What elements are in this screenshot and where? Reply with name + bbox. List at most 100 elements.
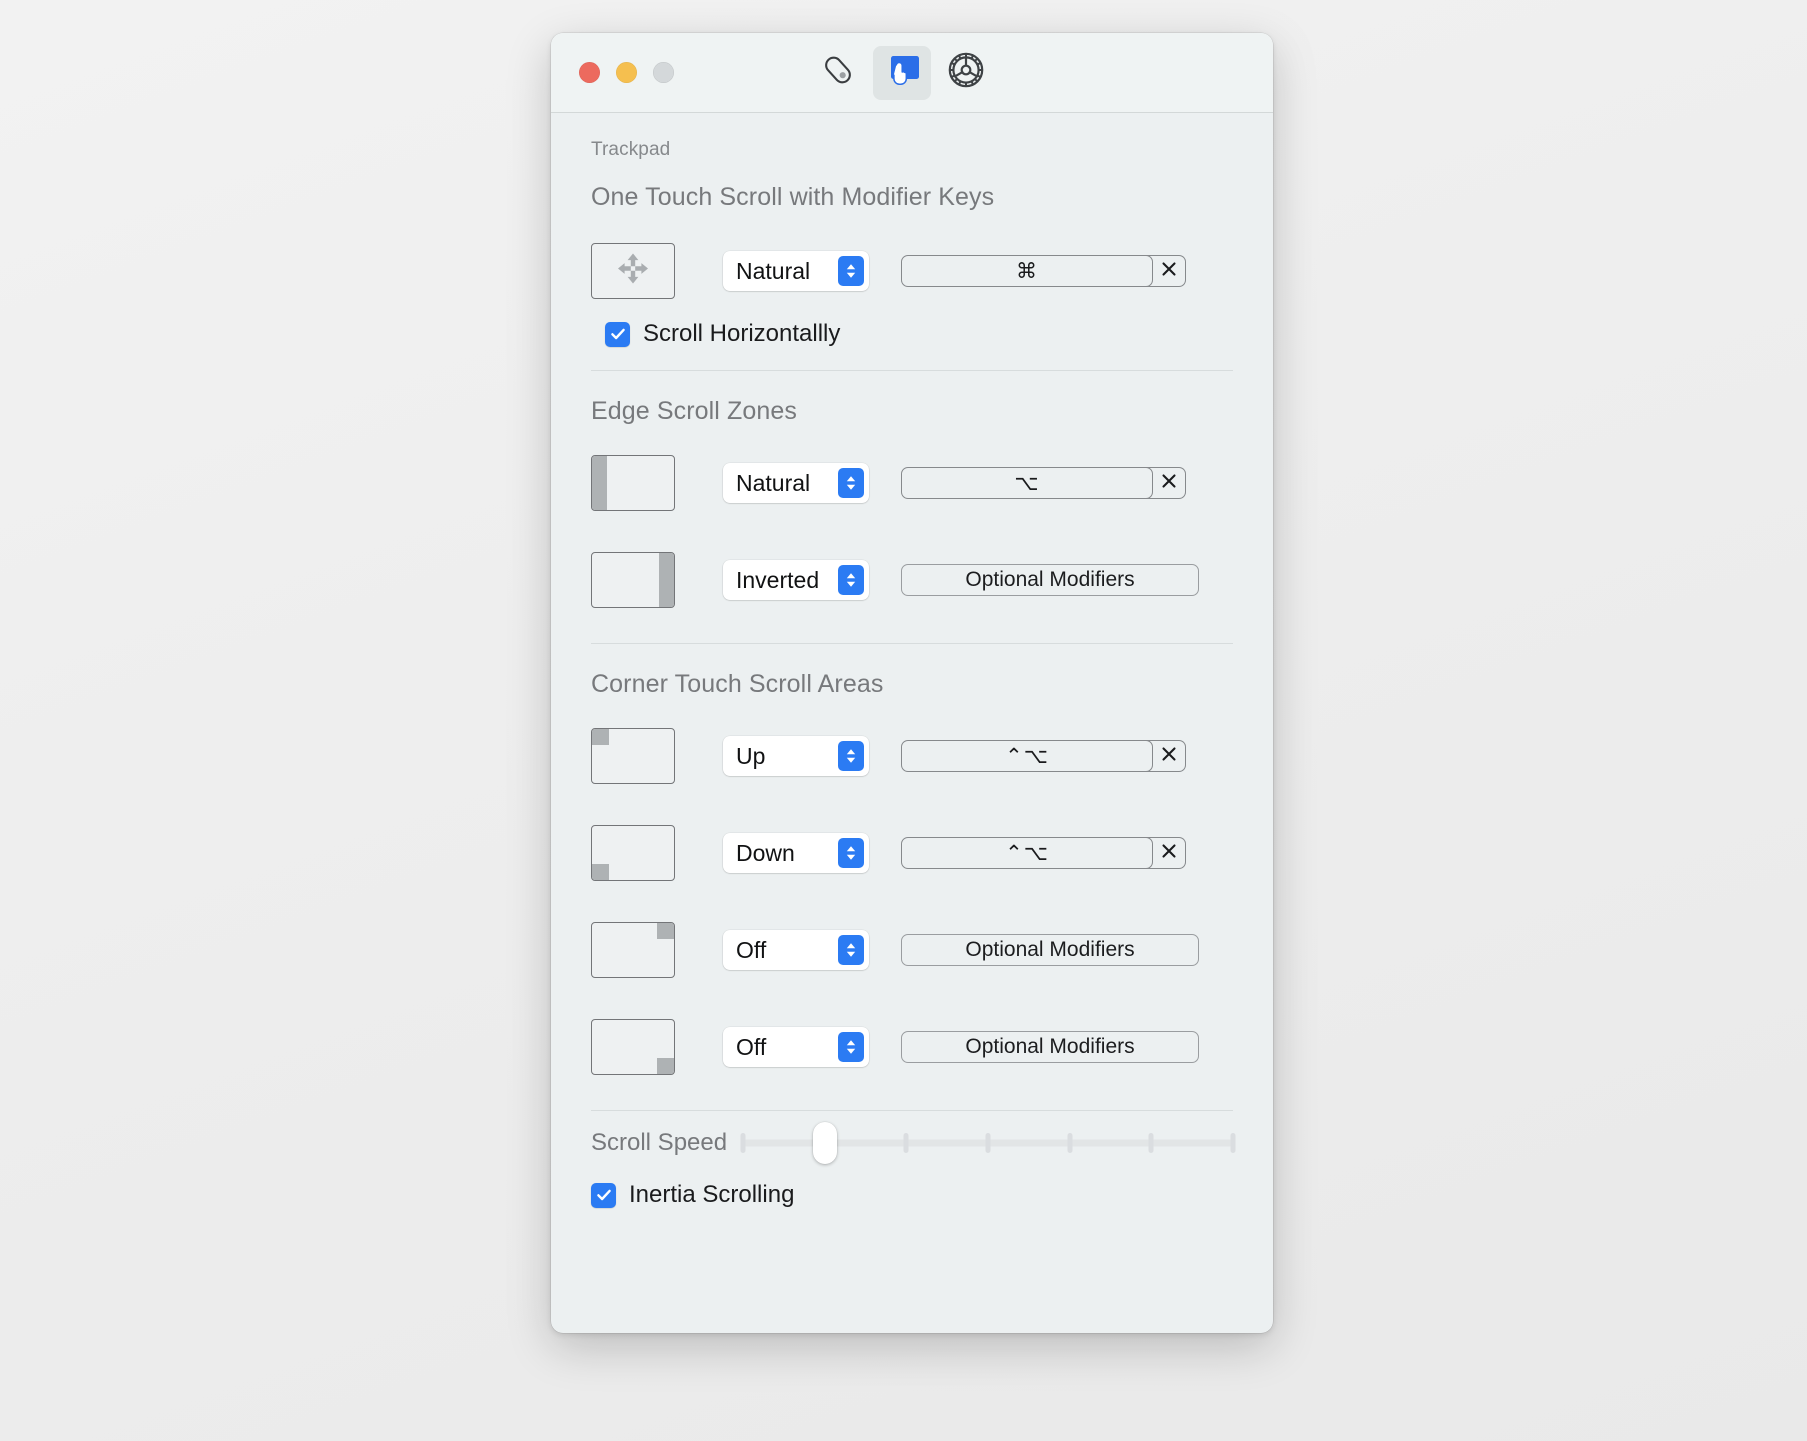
divider bbox=[591, 643, 1233, 644]
direction-value: Natural bbox=[736, 469, 811, 496]
settings-row: Natural ⌥ bbox=[591, 452, 1233, 514]
modifier-field[interactable]: ⌥ bbox=[901, 467, 1153, 499]
divider bbox=[591, 370, 1233, 371]
minimize-button[interactable] bbox=[616, 62, 637, 83]
corner-zone-top-right bbox=[657, 923, 674, 939]
preferences-window: Trackpad One Touch Scroll with Modifier … bbox=[551, 33, 1273, 1333]
toolbar bbox=[809, 45, 995, 100]
zoom-button[interactable] bbox=[653, 62, 674, 83]
modifier-recorder-top-left-corner: ⌃⌥ bbox=[901, 740, 1186, 772]
section-title-edge-scroll-zones: Edge Scroll Zones bbox=[591, 397, 797, 425]
direction-value: Natural bbox=[736, 257, 811, 284]
toolbar-item-settings[interactable] bbox=[937, 46, 995, 100]
slider-tick bbox=[903, 1133, 909, 1153]
inertia-scrolling-checkbox[interactable] bbox=[591, 1182, 616, 1208]
optional-modifiers-button-bottom-right-corner[interactable]: Optional Modifiers bbox=[901, 1031, 1199, 1063]
scroll-speed-label: Scroll Speed bbox=[591, 1129, 728, 1156]
slider-tick bbox=[985, 1133, 991, 1153]
edge-zone-left bbox=[592, 456, 607, 510]
checkmark-icon bbox=[596, 1189, 611, 1201]
corner-zone-top-left bbox=[592, 729, 609, 745]
scroll-horizontally-checkbox[interactable] bbox=[605, 321, 630, 347]
settings-row: Inverted Optional Modifiers bbox=[591, 549, 1233, 611]
modifier-field[interactable]: ⌃⌥ bbox=[901, 740, 1153, 772]
corner-zone-bottom-left bbox=[592, 864, 609, 880]
optional-modifiers-button-top-right-corner[interactable]: Optional Modifiers bbox=[901, 934, 1199, 966]
chevron-updown-icon bbox=[838, 565, 864, 595]
trackpad-icon bbox=[883, 53, 921, 92]
close-x-icon bbox=[1160, 842, 1178, 865]
direction-popup-bottom-left-corner[interactable]: Down bbox=[723, 833, 869, 873]
close-x-icon bbox=[1160, 260, 1178, 283]
divider bbox=[591, 1110, 1233, 1111]
device-label: Trackpad bbox=[591, 139, 671, 160]
settings-row: Natural ⌘ bbox=[591, 240, 1233, 302]
direction-popup-top-right-corner[interactable]: Off bbox=[723, 930, 869, 970]
direction-popup-right-edge[interactable]: Inverted bbox=[723, 560, 869, 600]
window-titlebar bbox=[551, 33, 1273, 113]
scroll-horizontally-label: Scroll Horizontallly bbox=[643, 320, 841, 347]
toolbar-item-trackpad[interactable] bbox=[873, 45, 931, 100]
modifier-field[interactable]: ⌘ bbox=[901, 255, 1153, 287]
slider-tick bbox=[1148, 1133, 1154, 1153]
close-x-icon bbox=[1160, 472, 1178, 495]
settings-row: Off Optional Modifiers bbox=[591, 919, 1233, 981]
clear-modifier-button[interactable] bbox=[1146, 467, 1186, 499]
modifier-field[interactable]: ⌃⌥ bbox=[901, 837, 1153, 869]
scroll-horizontally-checkbox-row[interactable]: Scroll Horizontallly bbox=[605, 320, 1233, 348]
direction-popup-left-edge[interactable]: Natural bbox=[723, 463, 869, 503]
chevron-updown-icon bbox=[838, 468, 864, 498]
trackpad-preview-bottom-right-corner[interactable] bbox=[591, 1019, 675, 1075]
clear-modifier-button[interactable] bbox=[1146, 837, 1186, 869]
slider-thumb[interactable] bbox=[812, 1122, 837, 1164]
close-button[interactable] bbox=[579, 62, 600, 83]
chevron-updown-icon bbox=[838, 741, 864, 771]
clear-modifier-button[interactable] bbox=[1146, 255, 1186, 287]
direction-value: Up bbox=[736, 742, 766, 769]
settings-row: Off Optional Modifiers bbox=[591, 1016, 1233, 1078]
section-title-corner-touch-scroll-areas: Corner Touch Scroll Areas bbox=[591, 670, 884, 698]
traffic-light-group bbox=[579, 62, 674, 83]
inertia-scrolling-label: Inertia Scrolling bbox=[629, 1181, 795, 1208]
direction-value: Off bbox=[736, 1033, 767, 1060]
chevron-updown-icon bbox=[838, 1032, 864, 1062]
gear-icon bbox=[946, 50, 986, 95]
direction-value: Inverted bbox=[736, 566, 820, 593]
trackpad-preview-top-left-corner[interactable] bbox=[591, 728, 675, 784]
direction-popup-one-touch[interactable]: Natural bbox=[723, 251, 869, 291]
move-arrows-icon bbox=[615, 251, 651, 292]
modifier-recorder-bottom-left-corner: ⌃⌥ bbox=[901, 837, 1186, 869]
scroll-speed-slider[interactable] bbox=[740, 1122, 1236, 1164]
direction-value: Down bbox=[736, 839, 795, 866]
preferences-content: Trackpad One Touch Scroll with Modifier … bbox=[551, 113, 1273, 1333]
direction-popup-top-left-corner[interactable]: Up bbox=[723, 736, 869, 776]
slider-tick bbox=[1067, 1133, 1073, 1153]
slider-tick bbox=[740, 1133, 746, 1153]
checkmark-icon bbox=[610, 328, 625, 340]
modifier-recorder-left-edge: ⌥ bbox=[901, 467, 1186, 499]
direction-popup-bottom-right-corner[interactable]: Off bbox=[723, 1027, 869, 1067]
trackpad-preview-left-edge[interactable] bbox=[591, 455, 675, 511]
modifier-recorder-one-touch: ⌘ bbox=[901, 255, 1186, 287]
trackpad-preview-right-edge[interactable] bbox=[591, 552, 675, 608]
slider-tick bbox=[1230, 1133, 1236, 1153]
settings-row: Up ⌃⌥ bbox=[591, 725, 1233, 787]
mouse-icon bbox=[820, 52, 856, 93]
edge-zone-right bbox=[659, 553, 674, 607]
section-title-one-touch-scroll: One Touch Scroll with Modifier Keys bbox=[591, 183, 995, 211]
settings-row: Down ⌃⌥ bbox=[591, 822, 1233, 884]
inertia-scrolling-checkbox-row[interactable]: Inertia Scrolling bbox=[591, 1181, 1233, 1209]
trackpad-preview-move[interactable] bbox=[591, 243, 675, 299]
chevron-updown-icon bbox=[838, 256, 864, 286]
toolbar-item-mouse[interactable] bbox=[809, 46, 867, 100]
chevron-updown-icon bbox=[838, 935, 864, 965]
optional-modifiers-button-right-edge[interactable]: Optional Modifiers bbox=[901, 564, 1199, 596]
corner-zone-bottom-right bbox=[657, 1058, 674, 1074]
scroll-speed-row: Scroll Speed bbox=[591, 1115, 1236, 1171]
trackpad-preview-bottom-left-corner[interactable] bbox=[591, 825, 675, 881]
direction-value: Off bbox=[736, 936, 767, 963]
trackpad-preview-top-right-corner[interactable] bbox=[591, 922, 675, 978]
chevron-updown-icon bbox=[838, 838, 864, 868]
clear-modifier-button[interactable] bbox=[1146, 740, 1186, 772]
close-x-icon bbox=[1160, 745, 1178, 768]
